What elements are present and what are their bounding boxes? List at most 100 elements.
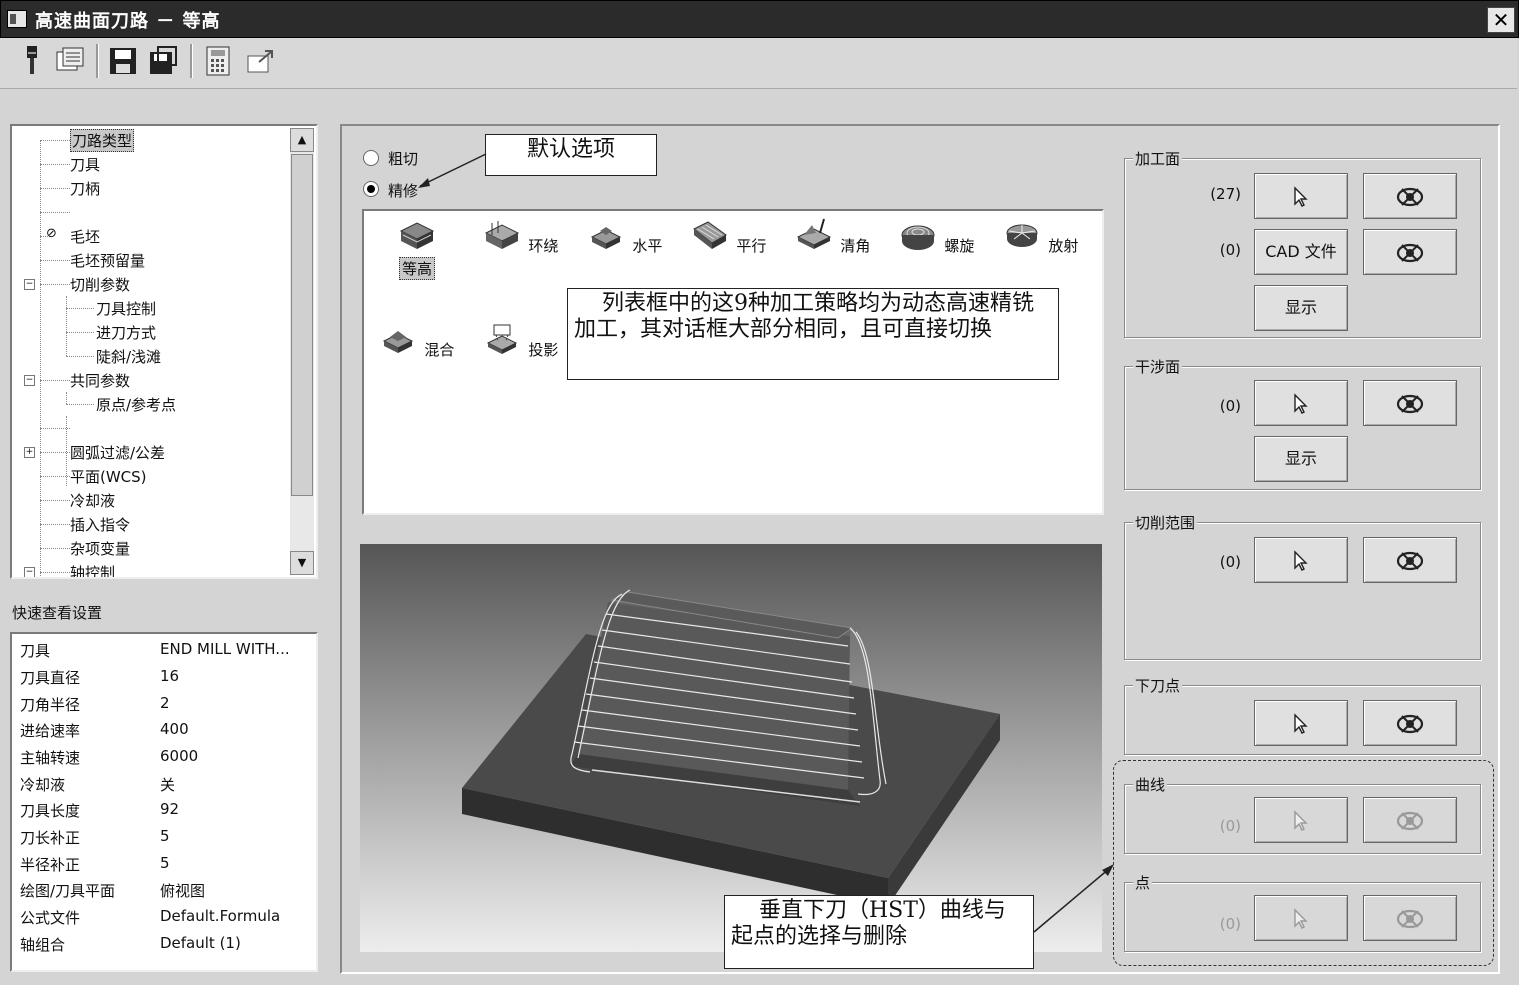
hst-note-callout: 垂直下刀（HST）曲线与起点的选择与删除 bbox=[724, 895, 1034, 969]
selection-count: (0) bbox=[1219, 397, 1241, 415]
clear-curve-button[interactable] bbox=[1363, 797, 1457, 843]
tree-item-cut-params[interactable]: 切削参数 bbox=[70, 274, 130, 295]
clear-surfaces-button[interactable] bbox=[1363, 173, 1457, 219]
calculator-icon[interactable] bbox=[203, 44, 233, 78]
strategy-label: 环绕 bbox=[528, 237, 559, 255]
tree-item-toolpath-type[interactable]: 刀路类型 bbox=[70, 129, 135, 152]
strategy-label: 放射 bbox=[1048, 237, 1079, 255]
group-title: 点 bbox=[1133, 872, 1153, 893]
tree-item-entry-method[interactable]: 进刀方式 bbox=[96, 322, 156, 343]
save-as-icon[interactable] bbox=[148, 44, 178, 78]
tree-item-linking-params[interactable]: 共同参数 bbox=[70, 370, 130, 391]
collapse-icon[interactable]: − bbox=[24, 567, 35, 577]
quick-value: 6000 bbox=[160, 747, 199, 765]
parameter-tree[interactable]: 刀路类型 刀具 刀柄 ⊘ 毛坯 毛坯预留量 − 切削参数 刀具控制 进刀方式 陡… bbox=[10, 124, 318, 579]
collapse-icon[interactable]: − bbox=[24, 279, 35, 290]
export-icon[interactable] bbox=[245, 44, 275, 78]
select-surfaces-button[interactable] bbox=[1254, 173, 1348, 219]
expand-icon[interactable]: + bbox=[24, 447, 35, 458]
delete-selection-icon bbox=[1396, 394, 1424, 413]
quick-value: 400 bbox=[160, 720, 189, 738]
select-check-button[interactable] bbox=[1254, 380, 1348, 426]
tree-item-steep-shallow[interactable]: 陡斜/浅滩 bbox=[96, 346, 161, 367]
scroll-down-icon[interactable]: ▼ bbox=[290, 551, 314, 575]
quick-key: 进给速率 bbox=[20, 722, 81, 740]
entry-point-group: 下刀点 bbox=[1124, 675, 1481, 755]
select-containment-button[interactable] bbox=[1254, 537, 1348, 583]
strategy-label: 水平 bbox=[632, 237, 663, 255]
hybrid-icon bbox=[382, 331, 413, 353]
quick-value: 2 bbox=[160, 694, 170, 712]
quick-key: 刀长补正 bbox=[20, 829, 81, 847]
tool-pin-icon[interactable] bbox=[18, 44, 48, 78]
strategy-pencil[interactable]: 清角 bbox=[793, 217, 873, 256]
quick-key: 公式文件 bbox=[20, 909, 81, 927]
tree-scrollbar[interactable]: ▲ ▼ bbox=[290, 128, 314, 575]
clear-point-button[interactable] bbox=[1363, 895, 1457, 941]
containment-group: 切削范围 (0) bbox=[1124, 512, 1481, 660]
quick-value: 92 bbox=[160, 800, 180, 818]
strategy-radial[interactable]: 放射 bbox=[1001, 217, 1081, 256]
pointer-icon bbox=[1294, 907, 1308, 929]
strategy-scallop[interactable]: 环绕 bbox=[481, 217, 561, 256]
tree-item-planes[interactable]: 平面(WCS) bbox=[70, 466, 147, 487]
quick-value: 16 bbox=[160, 667, 180, 685]
tree-item-canned-text[interactable]: 插入指令 bbox=[70, 514, 130, 535]
rough-radio[interactable] bbox=[363, 150, 379, 166]
tree-item-coolant[interactable]: 冷却液 bbox=[70, 490, 115, 511]
parallel-icon bbox=[692, 221, 727, 249]
quick-settings-label: 快速查看设置 bbox=[12, 604, 103, 622]
scroll-thumb[interactable] bbox=[291, 154, 313, 496]
tree-item-tool-control[interactable]: 刀具控制 bbox=[96, 298, 156, 319]
quick-key: 刀具长度 bbox=[20, 802, 81, 820]
cad-file-button[interactable]: CAD 文件 bbox=[1254, 229, 1348, 275]
window-icon bbox=[7, 10, 27, 28]
quick-value: 5 bbox=[160, 827, 170, 845]
strategy-contour[interactable]: 等高 bbox=[377, 217, 457, 280]
select-point-button[interactable] bbox=[1254, 895, 1348, 941]
clear-cad-file-button[interactable] bbox=[1363, 229, 1457, 275]
tree-item-holder[interactable]: 刀柄 bbox=[70, 178, 100, 199]
clear-entry-button[interactable] bbox=[1363, 700, 1457, 746]
quick-key: 绘图/刀具平面 bbox=[20, 882, 116, 900]
finish-radio[interactable] bbox=[363, 181, 379, 197]
quick-value: END MILL WITH... bbox=[160, 640, 290, 658]
tree-item-misc-values[interactable]: 杂项变量 bbox=[70, 538, 130, 559]
tree-item-arc-filter[interactable]: 圆弧过滤/公差 bbox=[70, 442, 165, 463]
clear-containment-button[interactable] bbox=[1363, 537, 1457, 583]
strategy-parallel[interactable]: 平行 bbox=[689, 217, 769, 256]
group-title: 切削范围 bbox=[1133, 512, 1198, 533]
callout-arrow-icon bbox=[418, 153, 487, 188]
view-list-icon[interactable] bbox=[55, 44, 85, 78]
save-icon[interactable] bbox=[108, 44, 138, 78]
strategy-hybrid[interactable]: 混合 bbox=[377, 321, 457, 360]
show-surfaces-button[interactable]: 显示 bbox=[1254, 285, 1348, 331]
scroll-up-icon[interactable]: ▲ bbox=[290, 128, 314, 152]
default-option-callout: 默认选项 bbox=[485, 134, 657, 176]
tree-item-stock[interactable]: 毛坯 bbox=[70, 226, 100, 247]
clear-check-button[interactable] bbox=[1363, 380, 1457, 426]
tree-item-axis-control[interactable]: 轴控制 bbox=[70, 562, 115, 577]
strategy-label: 等高 bbox=[398, 257, 435, 280]
pointer-icon bbox=[1294, 392, 1308, 414]
show-check-button[interactable]: 显示 bbox=[1254, 436, 1348, 482]
quick-value: 5 bbox=[160, 854, 170, 872]
close-button[interactable]: ✕ bbox=[1487, 7, 1515, 33]
selection-count: (0) bbox=[1219, 915, 1241, 933]
tree-item-stock-allowance[interactable]: 毛坯预留量 bbox=[70, 250, 145, 271]
tree-item-tool[interactable]: 刀具 bbox=[70, 154, 100, 175]
quick-value: Default.Formula bbox=[160, 907, 281, 925]
tree-item-home-ref-point[interactable]: 原点/参考点 bbox=[96, 394, 176, 415]
select-curve-button[interactable] bbox=[1254, 797, 1348, 843]
strategy-spiral[interactable]: 螺旋 bbox=[897, 217, 977, 256]
curve-group: 曲线 (0) bbox=[1124, 774, 1481, 854]
collapse-icon[interactable]: − bbox=[24, 375, 35, 386]
strategy-project[interactable]: 投影 bbox=[481, 321, 561, 360]
strategy-label: 螺旋 bbox=[944, 237, 975, 255]
callout-arrow-icon bbox=[1033, 864, 1114, 933]
toolbar bbox=[0, 38, 1517, 89]
select-entry-button[interactable] bbox=[1254, 700, 1348, 746]
strategy-horizontal[interactable]: 水平 bbox=[585, 217, 665, 256]
strategy-label: 清角 bbox=[840, 237, 871, 255]
contour-icon bbox=[399, 222, 435, 249]
